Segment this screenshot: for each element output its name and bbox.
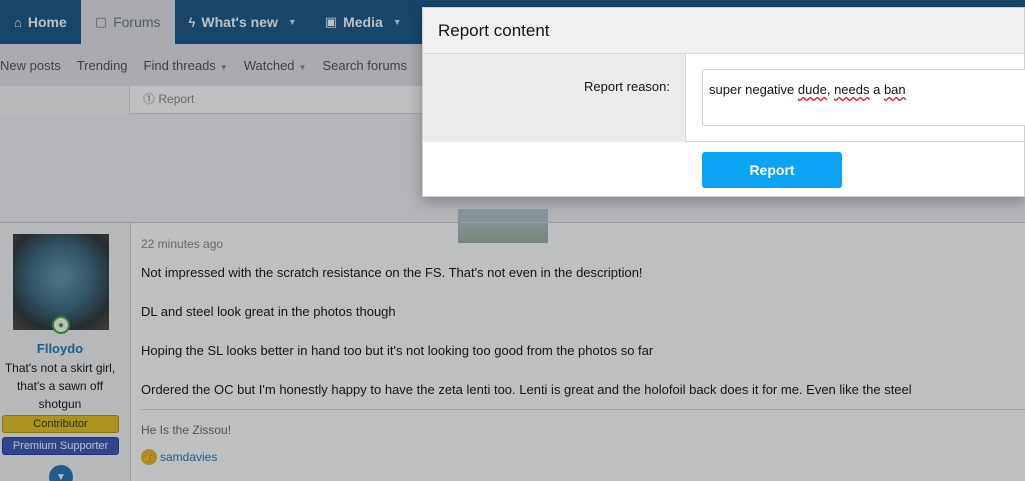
dialog-title: Report content [423,8,1024,54]
reason-text: a [869,82,884,97]
report-reason-label: Report reason: [584,79,670,94]
report-reason-input[interactable]: super negative dude, needs a ban [702,69,1025,126]
reason-text-misspelled: needs [834,82,870,97]
report-submit-button[interactable]: Report [702,152,842,188]
report-content-dialog: Report content Report reason: super nega… [422,7,1025,197]
report-reason-row: Report reason: super negative dude, need… [423,54,1025,142]
label-column: Report reason: [423,54,686,142]
reason-text-misspelled: ban [883,82,906,97]
reason-text: super negative [709,82,798,97]
reason-text-misspelled: dude [797,82,827,97]
reason-text: , [826,82,835,97]
